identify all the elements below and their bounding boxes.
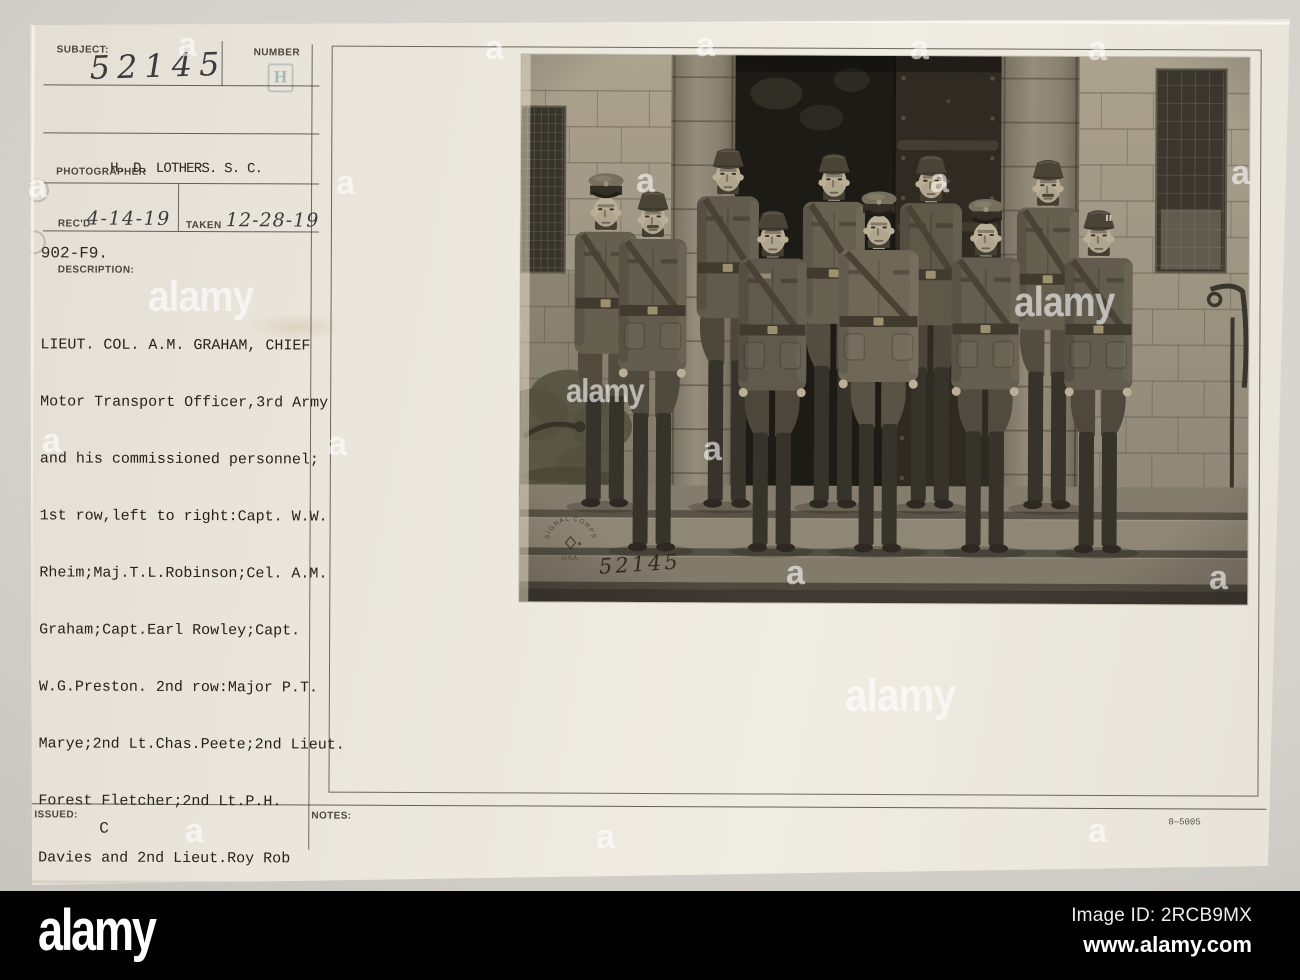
alamy-logo: alamy [38, 898, 157, 963]
received-value-handwritten: 4-14-19 [86, 207, 171, 230]
ruled-line [43, 182, 320, 185]
number-stamp: H [267, 63, 294, 93]
alamy-stock-photo-preview: SUBJECT: 52145 NUMBER H PHOTOGRAPHER H. … [0, 0, 1300, 980]
ruled-line [42, 230, 319, 233]
photographer-value: H. D. LOTHERS. S. C. [110, 160, 263, 178]
file-number: 902-F9. [40, 244, 109, 263]
ruled-line [177, 183, 180, 231]
archive-card: SUBJECT: 52145 NUMBER H PHOTOGRAPHER H. … [30, 19, 1290, 885]
photograph: SIGNAL CORPS U.S.A. 52145 [518, 53, 1251, 606]
form-number: 8—5005 [1168, 817, 1201, 828]
svg-text:U.S.A.: U.S.A. [562, 556, 579, 562]
ruled-line [43, 84, 320, 87]
number-label: NUMBER [253, 47, 301, 59]
issued-value: C [99, 819, 109, 838]
description-label: DESCRIPTION: [57, 264, 135, 276]
issued-label: ISSUED: [34, 809, 78, 821]
ruled-line [43, 132, 320, 135]
taken-value-handwritten: 12-28-19 [225, 209, 320, 232]
ruled-line [221, 41, 223, 87]
alamy-url-text: www.alamy.com [1083, 932, 1252, 957]
punch-mark [30, 178, 50, 203]
notes-label: NOTES: [311, 810, 352, 822]
group-photo-svg: SIGNAL CORPS U.S.A. 52145 [519, 54, 1250, 605]
description-text: LIEUT. COL. A.M. GRAHAM, CHIEF Motor Tra… [38, 336, 345, 868]
punch-mark [30, 230, 46, 255]
image-id-text: Image ID: 2RCB9MX [1071, 905, 1252, 926]
subject-value-handwritten: 52145 [89, 44, 227, 87]
photo-vignette [519, 54, 1250, 605]
alamy-footer-bar: alamy Image ID: 2RCB9MX www.alamy.com [0, 891, 1300, 980]
taken-label: TAKEN [185, 219, 222, 232]
received-label: REC'D [57, 218, 91, 230]
